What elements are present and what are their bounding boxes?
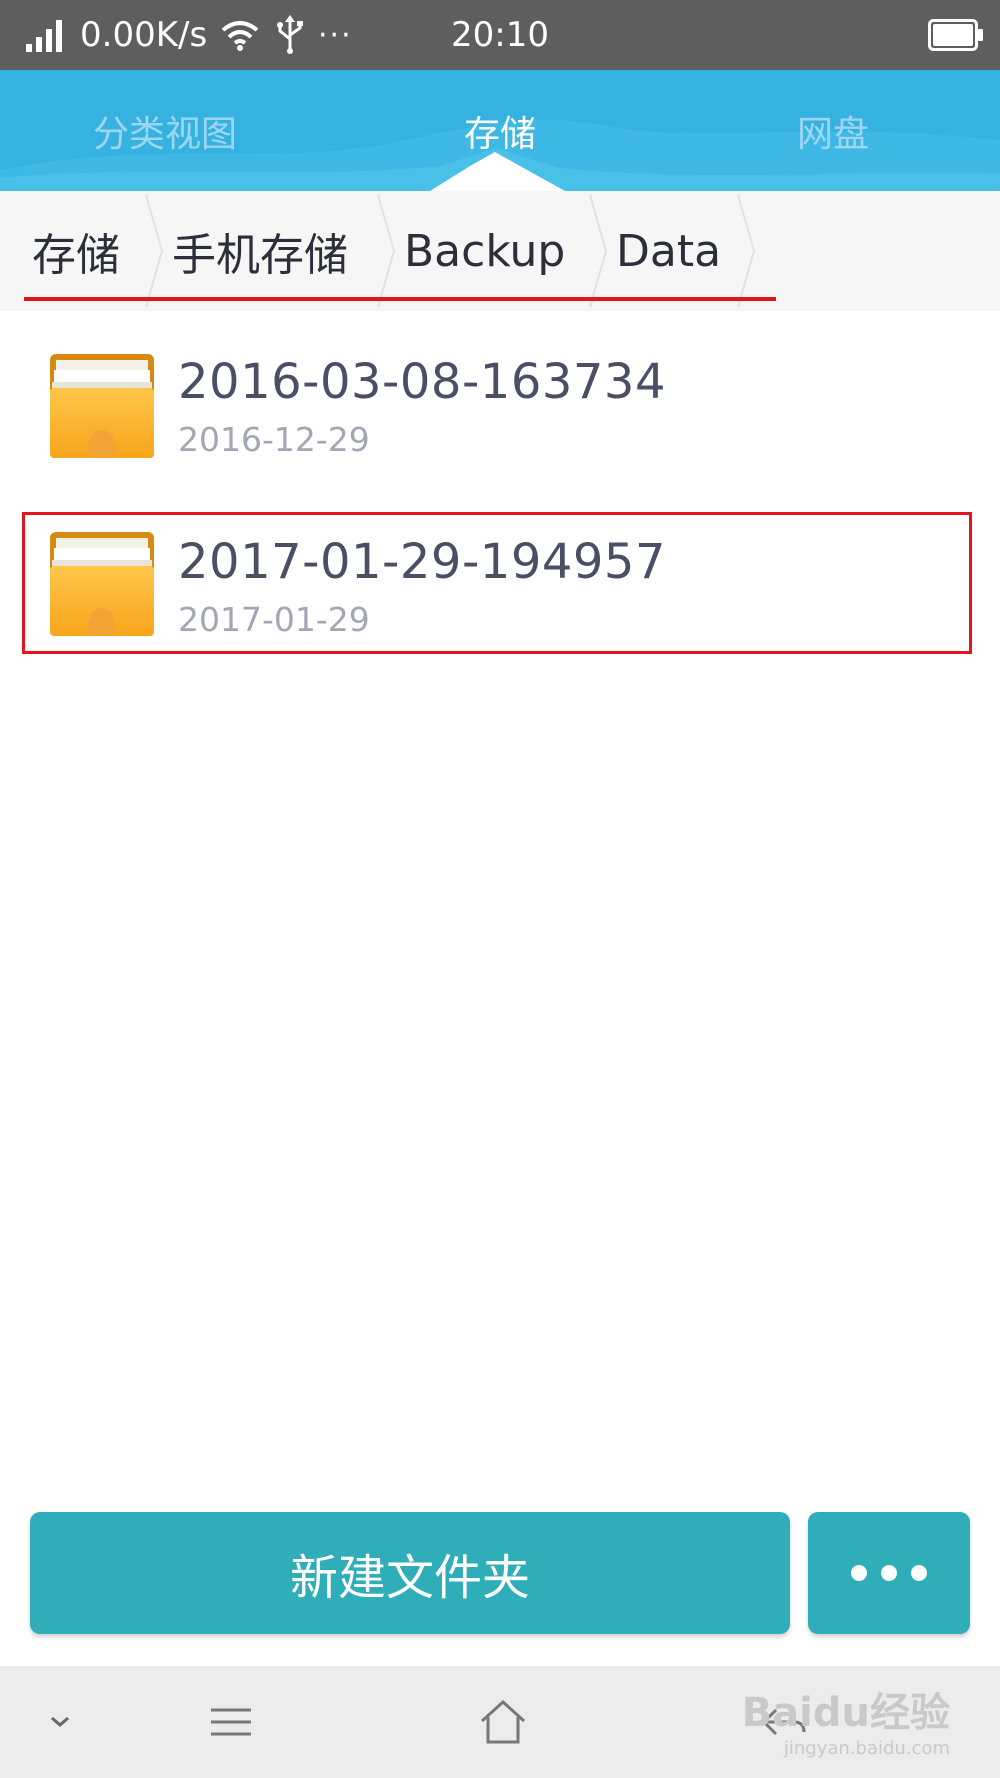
more-dots-icon[interactable] (808, 1512, 970, 1634)
breadcrumb: 存储 手机存储 Backup Data (0, 191, 1000, 311)
battery-icon (928, 0, 984, 70)
tab-storage[interactable]: 存储 (385, 70, 615, 191)
usb-icon (274, 0, 306, 70)
tab-cloud-disk[interactable]: 网盘 (718, 70, 948, 191)
tab-category-view[interactable]: 分类视图 (50, 70, 280, 191)
watermark-logo: Baidu经验 jingyan.baidu.com (741, 1680, 950, 1759)
breadcrumb-item-backup[interactable]: Backup (404, 191, 565, 311)
list-item[interactable]: 2016-03-08-163734 2016-12-29 (0, 330, 1000, 500)
breadcrumb-item-phone-storage[interactable]: 手机存储 (172, 191, 348, 311)
signal-icon (24, 0, 68, 70)
clock: 20:10 (451, 15, 549, 55)
chevron-down-icon[interactable] (30, 1666, 90, 1778)
breadcrumb-item-storage[interactable]: 存储 (32, 191, 120, 311)
menu-icon[interactable] (196, 1666, 266, 1778)
breadcrumb-underline (24, 297, 776, 301)
highlight-box (22, 512, 972, 654)
status-bar: 0.00K/s ··· 20:10 (0, 0, 1000, 70)
watermark-main: Baidu经验 (741, 1690, 950, 1736)
watermark-sub: jingyan.baidu.com (783, 1738, 950, 1759)
new-folder-button[interactable]: 新建文件夹 (30, 1512, 790, 1634)
more-status-icon: ··· (318, 17, 353, 53)
breadcrumb-item-data[interactable]: Data (616, 191, 721, 311)
home-icon[interactable] (468, 1666, 538, 1778)
network-speed: 0.00K/s (80, 15, 208, 55)
file-date: 2016-12-29 (178, 420, 370, 459)
tab-header: 分类视图 存储 网盘 (0, 70, 1000, 191)
file-name: 2016-03-08-163734 (178, 354, 667, 410)
wifi-icon (220, 0, 260, 70)
folder-icon (50, 354, 154, 458)
